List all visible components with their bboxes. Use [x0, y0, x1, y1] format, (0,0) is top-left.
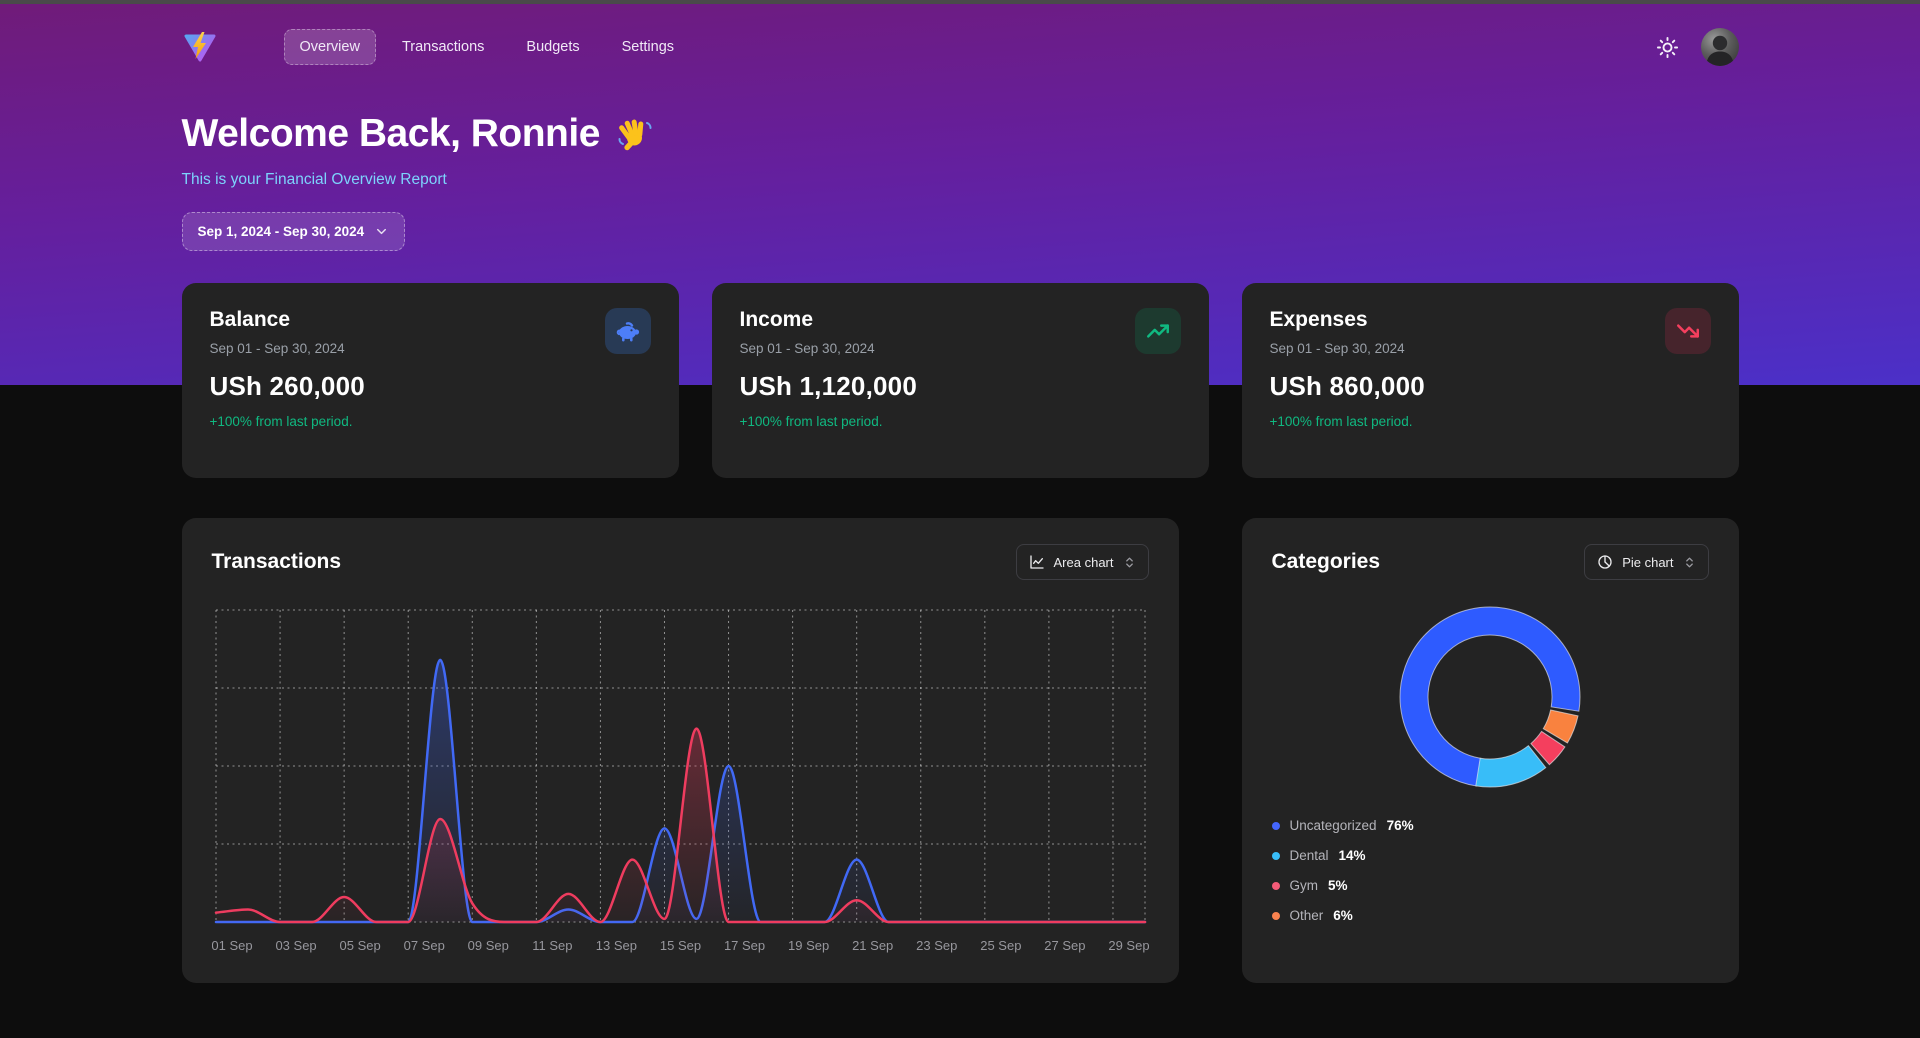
x-tick-label: 13 Sep — [595, 938, 636, 953]
trending-up-icon — [1145, 318, 1171, 344]
donut-chart-svg — [1399, 606, 1581, 788]
x-tick-label: 09 Sep — [467, 938, 508, 953]
legend-pct: 14% — [1339, 848, 1366, 863]
waving-hand-emoji — [614, 114, 654, 154]
transactions-area-chart: 01 Sep 03 Sep 05 Sep 07 Sep 09 Sep 11 Sep 13 S… — [212, 604, 1149, 961]
legend-dot — [1272, 882, 1280, 890]
balance-amount: USh 260,000 — [210, 371, 651, 402]
expenses-icon-box — [1665, 308, 1711, 354]
categories-donut-chart — [1272, 606, 1709, 788]
page: Overview Transactions Budgets Settings — [182, 0, 1739, 983]
chevrons-up-down-icon — [1123, 556, 1136, 569]
x-tick-label: 17 Sep — [723, 938, 764, 953]
chevron-down-icon — [374, 224, 389, 239]
categories-panel-title: Categories — [1272, 550, 1381, 574]
legend-pct: 76% — [1387, 818, 1414, 833]
categories-chart-type-value: Pie chart — [1622, 555, 1673, 570]
expenses-card-title: Expenses — [1270, 308, 1405, 332]
area-chart-svg: 01 Sep 03 Sep 05 Sep 07 Sep 09 Sep 11 Sep 13 S… — [212, 604, 1149, 956]
trending-down-icon — [1675, 318, 1701, 344]
legend-dot — [1272, 822, 1280, 830]
x-tick-label: 29 Sep — [1108, 938, 1149, 953]
nav-item-budgets[interactable]: Budgets — [510, 29, 595, 65]
hero-section: Welcome Back, Ronnie This is your Fin — [182, 112, 1739, 251]
x-tick-label: 15 Sep — [659, 938, 700, 953]
categories-chart-type-select[interactable]: Pie chart — [1584, 544, 1708, 580]
date-range-value: Sep 1, 2024 - Sep 30, 2024 — [198, 224, 365, 239]
avatar-photo — [1701, 28, 1739, 66]
lower-panels-row: Transactions Area chart 01 Sep 03 Sep 05 S… — [182, 518, 1739, 983]
x-tick-label: 07 Sep — [403, 938, 444, 953]
nav-item-settings[interactable]: Settings — [606, 29, 690, 65]
categories-legend: Uncategorized 76% Dental 14% Gym 5% Other 6% — [1272, 818, 1709, 923]
legend-label: Dental — [1290, 848, 1329, 863]
income-icon-box — [1135, 308, 1181, 354]
expenses-card: Expenses Sep 01 - Sep 30, 2024 USh 860,0… — [1242, 283, 1739, 478]
income-card: Income Sep 01 - Sep 30, 2024 USh 1,120,0… — [712, 283, 1209, 478]
top-navbar: Overview Transactions Budgets Settings — [182, 4, 1739, 68]
balance-delta: +100% from last period. — [210, 414, 651, 429]
expenses-card-period: Sep 01 - Sep 30, 2024 — [1270, 341, 1405, 356]
chevrons-up-down-icon — [1683, 556, 1696, 569]
income-card-title: Income — [740, 308, 875, 332]
legend-item-dental: Dental 14% — [1272, 848, 1709, 863]
nav-right-group — [1656, 28, 1739, 66]
donut-slice-dental — [1476, 746, 1546, 787]
x-tick-label: 25 Sep — [980, 938, 1021, 953]
balance-card: Balance Sep 01 - Sep 30, 2024 USh 260 — [182, 283, 679, 478]
summary-cards-row: Balance Sep 01 - Sep 30, 2024 USh 260 — [182, 283, 1739, 478]
x-tick-label: 11 Sep — [532, 938, 572, 953]
balance-card-period: Sep 01 - Sep 30, 2024 — [210, 341, 345, 356]
balance-icon-box — [605, 308, 651, 354]
page-title: Welcome Back, Ronnie — [182, 112, 600, 156]
transactions-panel-title: Transactions — [212, 550, 342, 574]
x-tick-label: 01 Sep — [212, 938, 253, 953]
user-avatar[interactable] — [1701, 28, 1739, 66]
hero-subtitle: This is your Financial Overview Report — [182, 171, 1739, 189]
x-tick-label: 19 Sep — [788, 938, 829, 953]
date-range-picker[interactable]: Sep 1, 2024 - Sep 30, 2024 — [182, 212, 406, 251]
x-tick-label: 03 Sep — [275, 938, 316, 953]
app-logo-icon[interactable] — [182, 31, 218, 63]
legend-item-gym: Gym 5% — [1272, 878, 1709, 893]
sun-icon — [1656, 36, 1679, 59]
line-chart-icon — [1029, 554, 1045, 570]
transactions-chart-type-value: Area chart — [1054, 555, 1114, 570]
theme-toggle-button[interactable] — [1656, 36, 1679, 59]
legend-label: Gym — [1290, 878, 1319, 893]
x-tick-label: 27 Sep — [1044, 938, 1085, 953]
x-tick-label: 23 Sep — [916, 938, 957, 953]
balance-card-title: Balance — [210, 308, 345, 332]
x-axis-ticks: 01 Sep 03 Sep 05 Sep 07 Sep 09 Sep 11 Sep 13 S… — [212, 938, 1149, 953]
nav-links: Overview Transactions Budgets Settings — [284, 29, 691, 65]
legend-dot — [1272, 852, 1280, 860]
categories-panel: Categories Pie chart Uncategorized 76% Den… — [1242, 518, 1739, 983]
legend-item-uncategorized: Uncategorized 76% — [1272, 818, 1709, 833]
transactions-chart-type-select[interactable]: Area chart — [1016, 544, 1149, 580]
income-card-period: Sep 01 - Sep 30, 2024 — [740, 341, 875, 356]
legend-item-other: Other 6% — [1272, 908, 1709, 923]
expenses-amount: USh 860,000 — [1270, 371, 1711, 402]
legend-pct: 5% — [1328, 878, 1348, 893]
x-tick-label: 05 Sep — [339, 938, 380, 953]
income-amount: USh 1,120,000 — [740, 371, 1181, 402]
transactions-panel: Transactions Area chart 01 Sep 03 Sep 05 S… — [182, 518, 1179, 983]
pie-chart-icon — [1597, 554, 1613, 570]
nav-item-transactions[interactable]: Transactions — [386, 29, 500, 65]
legend-dot — [1272, 912, 1280, 920]
piggy-bank-icon — [615, 318, 641, 344]
x-tick-label: 21 Sep — [852, 938, 893, 953]
nav-item-overview[interactable]: Overview — [284, 29, 376, 65]
legend-pct: 6% — [1333, 908, 1353, 923]
expenses-delta: +100% from last period. — [1270, 414, 1711, 429]
income-delta: +100% from last period. — [740, 414, 1181, 429]
legend-label: Other — [1290, 908, 1324, 923]
legend-label: Uncategorized — [1290, 818, 1377, 833]
window-top-edge — [0, 0, 1920, 4]
